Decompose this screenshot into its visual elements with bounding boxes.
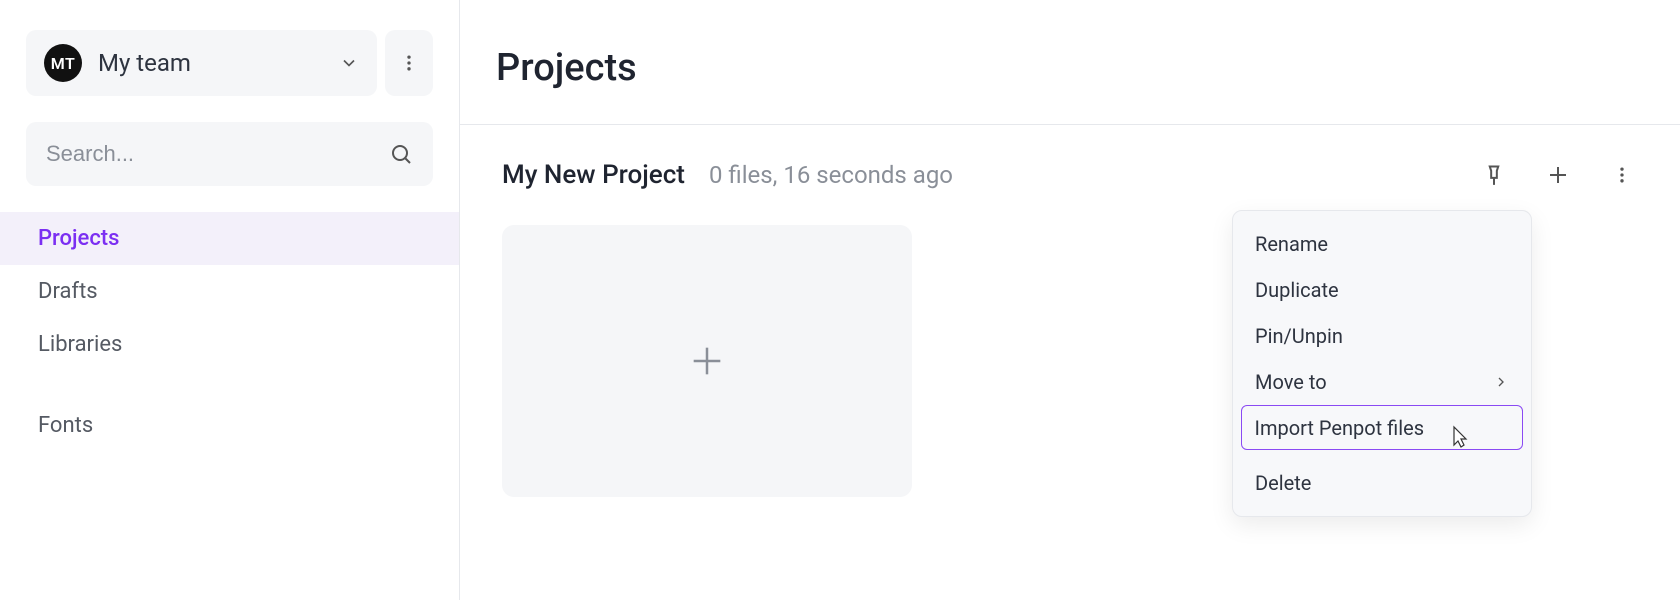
new-file-tile[interactable] [502,225,912,497]
menu-item-rename[interactable]: Rename [1241,221,1523,267]
page-title: Projects [496,46,1680,90]
pin-button[interactable] [1474,155,1514,195]
sidebar-item-fonts[interactable]: Fonts [0,399,459,452]
avatar: MT [44,44,82,82]
add-file-button[interactable] [1538,155,1578,195]
team-name: My team [98,49,323,77]
main-header: Projects [460,0,1680,125]
sidebar-item-drafts[interactable]: Drafts [0,265,459,318]
sidebar-item-libraries[interactable]: Libraries [0,318,459,371]
project-name[interactable]: My New Project [502,160,685,190]
menu-item-label: Pin/Unpin [1255,324,1343,348]
project-meta: 0 files, 16 seconds ago [709,161,1450,189]
team-more-button[interactable] [385,30,433,96]
search-icon [389,142,413,166]
team-row: MT My team [26,30,433,96]
team-selector[interactable]: MT My team [26,30,377,96]
more-vertical-icon [1612,165,1632,185]
context-menu: Rename Duplicate Pin/Unpin Move to Impor… [1232,210,1532,517]
sidebar-nav: Projects Drafts Libraries Fonts [0,212,459,452]
chevron-down-icon [339,53,359,73]
menu-item-label: Duplicate [1255,278,1339,302]
pin-icon [1482,163,1506,187]
plus-icon [687,341,727,381]
chevron-right-icon [1493,374,1509,390]
plus-icon [1546,163,1570,187]
search-input[interactable] [46,141,389,167]
menu-item-import-penpot-files[interactable]: Import Penpot files [1241,405,1523,450]
menu-item-move-to[interactable]: Move to [1241,359,1523,405]
more-vertical-icon [399,53,419,73]
menu-item-label: Import Penpot files [1255,416,1425,440]
menu-item-label: Move to [1255,370,1327,394]
search-box[interactable] [26,122,433,186]
menu-item-delete[interactable]: Delete [1241,460,1523,506]
menu-item-pin-unpin[interactable]: Pin/Unpin [1241,313,1523,359]
sidebar-item-projects[interactable]: Projects [0,212,459,265]
menu-item-label: Rename [1255,232,1328,256]
sidebar: MT My team Projects Drafts Libraries [0,0,460,600]
menu-item-label: Delete [1255,471,1311,495]
menu-item-duplicate[interactable]: Duplicate [1241,267,1523,313]
project-row: My New Project 0 files, 16 seconds ago [460,125,1680,213]
menu-separator [1241,450,1523,460]
project-more-button[interactable] [1602,155,1642,195]
